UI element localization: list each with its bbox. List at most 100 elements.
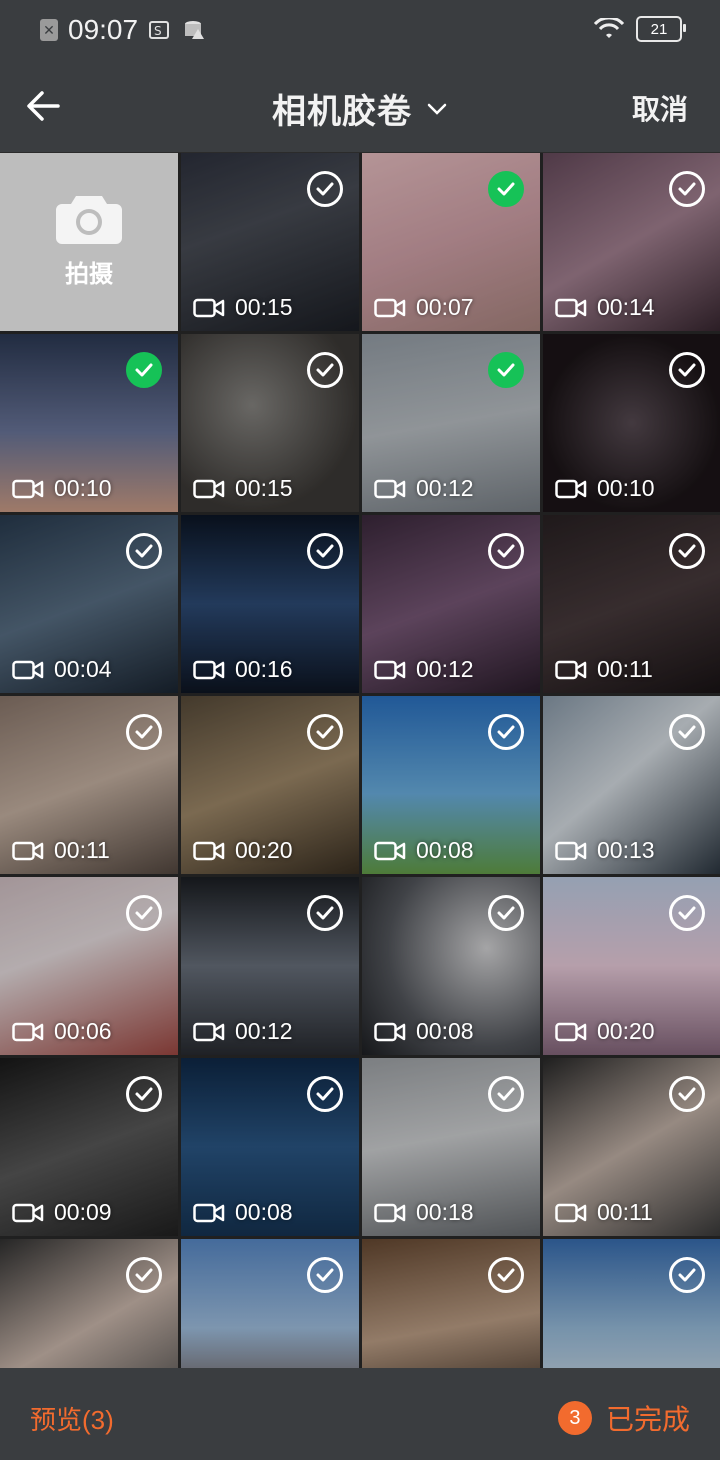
video-camera-icon [193, 1022, 225, 1041]
video-thumbnail[interactable] [0, 1239, 178, 1368]
video-duration: 00:08 [374, 1018, 474, 1045]
select-check-icon[interactable] [488, 895, 524, 931]
duration-label: 00:08 [235, 1199, 293, 1225]
select-check-icon[interactable] [126, 714, 162, 750]
video-duration: 00:11 [555, 656, 653, 683]
video-camera-icon [374, 1203, 406, 1222]
page-title: 相机胶卷 [272, 93, 412, 131]
video-thumbnail[interactable]: 00:12 [181, 877, 359, 1055]
video-thumbnail[interactable]: 00:08 [181, 1058, 359, 1236]
video-camera-icon [193, 660, 225, 679]
select-check-icon[interactable] [307, 171, 343, 207]
duration-label: 00:08 [416, 1018, 474, 1044]
select-check-icon[interactable] [669, 171, 705, 207]
duration-label: 00:09 [54, 1199, 112, 1225]
duration-label: 00:12 [416, 656, 474, 682]
video-thumbnail[interactable]: 00:10 [543, 334, 720, 512]
video-thumbnail[interactable]: 00:11 [543, 515, 720, 693]
album-selector[interactable]: 相机胶卷 [0, 84, 720, 133]
video-duration: 00:16 [193, 656, 293, 683]
duration-label: 00:07 [416, 294, 474, 320]
cancel-button[interactable]: 取消 [632, 88, 688, 128]
duration-label: 00:14 [597, 294, 655, 320]
video-duration: 00:12 [374, 656, 474, 683]
select-check-icon[interactable] [669, 714, 705, 750]
select-check-icon[interactable] [669, 352, 705, 388]
video-thumbnail[interactable]: 00:12 [362, 334, 540, 512]
select-check-icon[interactable] [669, 533, 705, 569]
video-camera-icon [555, 1022, 587, 1041]
video-thumbnail[interactable] [543, 1239, 720, 1368]
video-thumbnail[interactable]: 00:20 [181, 696, 359, 874]
video-thumbnail[interactable]: 00:04 [0, 515, 178, 693]
video-thumbnail[interactable] [181, 1239, 359, 1368]
select-check-icon[interactable] [307, 1257, 343, 1293]
video-duration: 00:13 [555, 837, 655, 864]
selected-check-icon[interactable] [488, 171, 524, 207]
done-button[interactable]: 3 已完成 [557, 1398, 690, 1438]
video-thumbnail[interactable]: 00:09 [0, 1058, 178, 1236]
video-duration: 00:11 [12, 837, 110, 864]
select-check-icon[interactable] [126, 533, 162, 569]
duration-label: 00:15 [235, 294, 293, 320]
video-camera-icon [12, 1022, 44, 1041]
chevron-down-icon [427, 103, 447, 115]
video-camera-icon [12, 479, 44, 498]
video-camera-icon [555, 1203, 587, 1222]
camera-capture-tile[interactable]: 拍摄 [0, 153, 178, 331]
duration-label: 00:13 [597, 837, 655, 863]
select-check-icon[interactable] [307, 352, 343, 388]
video-thumbnail[interactable]: 00:11 [543, 1058, 720, 1236]
video-camera-icon [374, 660, 406, 679]
video-thumbnail[interactable]: 00:14 [543, 153, 720, 331]
select-check-icon[interactable] [126, 1076, 162, 1112]
video-thumbnail[interactable]: 00:07 [362, 153, 540, 331]
video-thumbnail[interactable] [362, 1239, 540, 1368]
video-camera-icon [374, 841, 406, 860]
video-thumbnail[interactable]: 00:18 [362, 1058, 540, 1236]
video-duration: 00:20 [555, 1018, 655, 1045]
select-check-icon[interactable] [488, 714, 524, 750]
bottom-bar: 预览(3) 3 已完成 [0, 1368, 720, 1460]
video-duration: 00:07 [374, 294, 474, 321]
select-check-icon[interactable] [488, 1076, 524, 1112]
video-thumbnail[interactable]: 00:08 [362, 877, 540, 1055]
video-thumbnail[interactable]: 00:06 [0, 877, 178, 1055]
video-thumbnail[interactable]: 00:20 [543, 877, 720, 1055]
video-thumbnail[interactable]: 00:12 [362, 515, 540, 693]
video-camera-icon [193, 841, 225, 860]
video-thumbnail[interactable]: 00:08 [362, 696, 540, 874]
wifi-icon [594, 18, 624, 38]
video-thumbnail[interactable]: 00:11 [0, 696, 178, 874]
duration-label: 00:06 [54, 1018, 112, 1044]
video-thumbnail[interactable]: 00:10 [0, 334, 178, 512]
video-duration: 00:08 [193, 1199, 293, 1226]
select-check-icon[interactable] [307, 714, 343, 750]
select-check-icon[interactable] [488, 533, 524, 569]
select-check-icon[interactable] [669, 1257, 705, 1293]
camera-icon [56, 195, 122, 244]
video-camera-icon [555, 841, 587, 860]
duration-label: 00:11 [597, 1199, 653, 1225]
select-check-icon[interactable] [126, 1257, 162, 1293]
selected-check-icon[interactable] [126, 352, 162, 388]
video-duration: 00:06 [12, 1018, 112, 1045]
duration-label: 00:12 [416, 475, 474, 501]
select-check-icon[interactable] [669, 1076, 705, 1112]
select-check-icon[interactable] [307, 895, 343, 931]
preview-button[interactable]: 预览(3) [30, 1400, 114, 1437]
select-check-icon[interactable] [488, 1257, 524, 1293]
duration-label: 00:12 [235, 1018, 293, 1044]
video-thumbnail[interactable]: 00:15 [181, 153, 359, 331]
video-duration: 00:10 [555, 475, 655, 502]
selected-check-icon[interactable] [488, 352, 524, 388]
select-check-icon[interactable] [126, 895, 162, 931]
video-camera-icon [193, 479, 225, 498]
select-check-icon[interactable] [307, 1076, 343, 1112]
duration-label: 00:18 [416, 1199, 474, 1225]
select-check-icon[interactable] [307, 533, 343, 569]
select-check-icon[interactable] [669, 895, 705, 931]
video-thumbnail[interactable]: 00:15 [181, 334, 359, 512]
video-thumbnail[interactable]: 00:16 [181, 515, 359, 693]
video-thumbnail[interactable]: 00:13 [543, 696, 720, 874]
